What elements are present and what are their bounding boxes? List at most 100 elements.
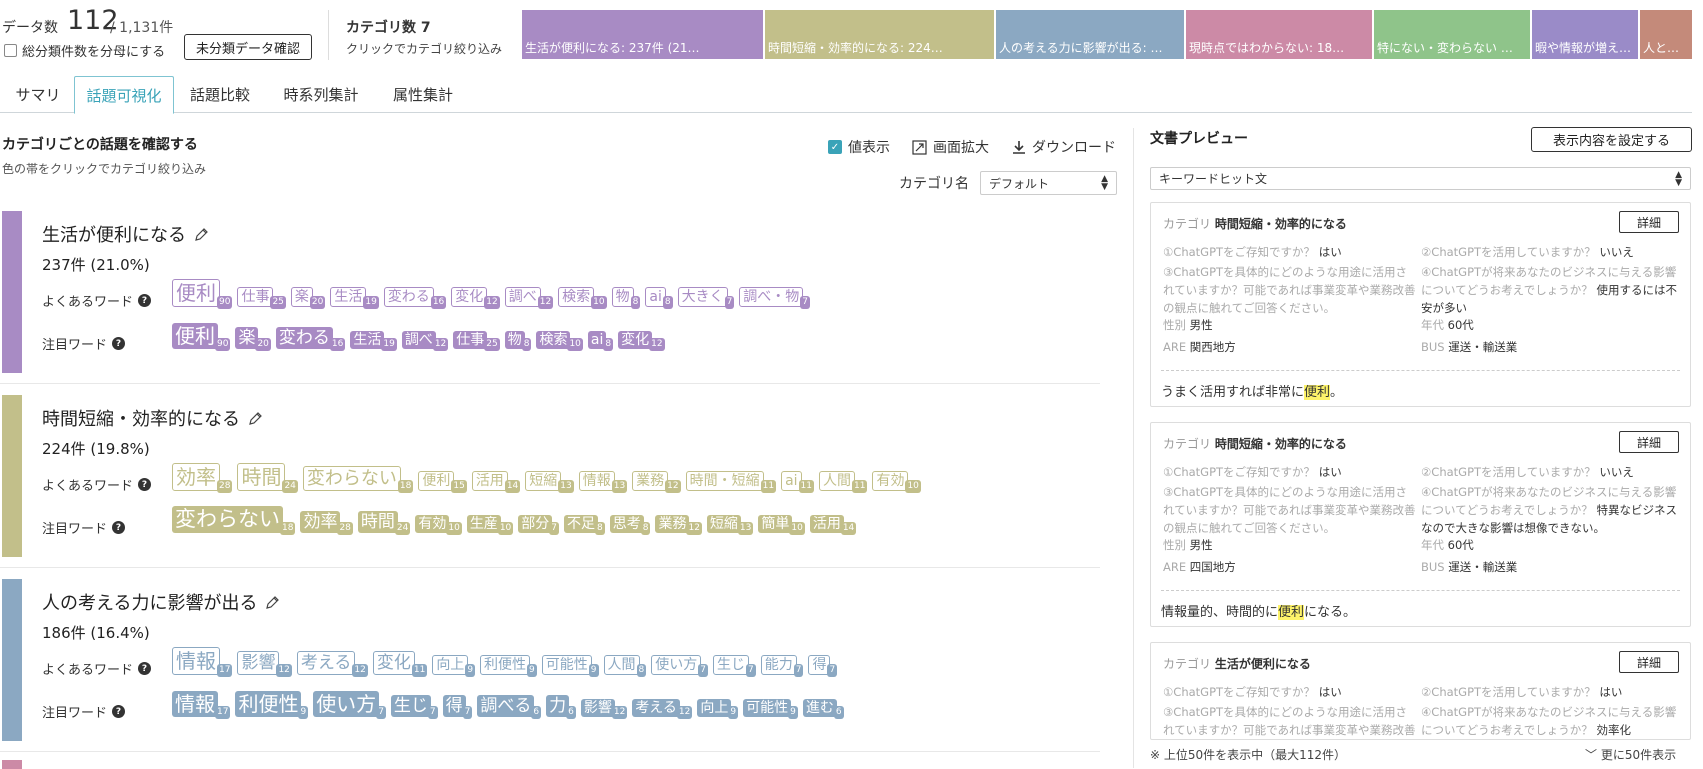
help-icon[interactable]: ? — [138, 478, 152, 491]
help-icon[interactable]: ? — [138, 662, 152, 675]
word-chip[interactable]: 調べ 12 — [504, 286, 555, 309]
tab-summary[interactable]: サマリ — [4, 76, 72, 113]
word-chip[interactable]: 検索 10 — [536, 330, 584, 351]
denominator-checkbox-label[interactable]: 総分類件数を分母にする — [22, 41, 165, 60]
word-chip[interactable]: 短縮 13 — [525, 470, 575, 493]
word-chip[interactable]: 影響 12 — [237, 650, 293, 677]
word-chip[interactable]: 生産 10 — [466, 514, 515, 535]
word-chip[interactable]: 使い方 7 — [651, 654, 710, 677]
tab-attributes[interactable]: 属性集計 — [368, 76, 478, 113]
word-chip[interactable]: 物8 — [611, 286, 643, 309]
word-chip[interactable]: 変化 12 — [618, 330, 666, 351]
word-chip[interactable]: 変化 12 — [451, 286, 501, 309]
word-chip[interactable]: 情報 13 — [578, 470, 629, 493]
word-chip[interactable]: 仕事 25 — [237, 286, 287, 309]
help-icon[interactable]: ? — [138, 294, 152, 307]
treemap-cell[interactable]: 現時点ではわからない: 18… — [1186, 10, 1372, 59]
word-chip[interactable]: 影響 12 — [580, 698, 629, 719]
fullscreen-button[interactable]: 画面拡大 — [912, 137, 989, 157]
word-chip[interactable]: 有効 10 — [872, 470, 922, 493]
pencil-icon[interactable] — [265, 595, 280, 610]
category-band[interactable] — [2, 760, 22, 769]
word-chip[interactable]: 進む 6 — [802, 698, 846, 719]
word-chip[interactable]: 便利 90 — [172, 323, 232, 351]
word-chip[interactable]: 人間 8 — [603, 654, 649, 677]
category-name-select[interactable]: デフォルト ▲ ▼ — [980, 171, 1117, 195]
detail-button[interactable]: 詳細 — [1619, 211, 1679, 233]
word-chip[interactable]: 時間・短縮 11 — [685, 470, 778, 493]
word-chip[interactable]: 変わる 16 — [383, 286, 448, 309]
treemap-cell[interactable]: 生活が便利になる: 237件 (21… — [522, 10, 763, 59]
word-chip[interactable]: 業務 12 — [632, 470, 682, 493]
display-settings-button[interactable]: 表示内容を設定する — [1531, 127, 1692, 152]
unclassified-data-button[interactable]: 未分類データ確認 — [184, 34, 312, 60]
word-chip[interactable]: 調べ 12 — [401, 330, 450, 351]
word-chip[interactable]: ai 11 — [781, 470, 816, 493]
word-chip[interactable]: 活用 14 — [809, 514, 858, 535]
word-chip[interactable]: 情報 17 — [172, 647, 234, 677]
treemap-cell[interactable]: 暇や情報が増え… — [1532, 10, 1638, 59]
word-chip[interactable]: 検索 10 — [558, 286, 608, 309]
help-icon[interactable]: ? — [112, 705, 126, 718]
word-chip[interactable]: 簡単 10 — [758, 514, 806, 535]
word-chip[interactable]: 効率 28 — [300, 510, 354, 535]
word-chip[interactable]: 生じ 7 — [712, 654, 758, 677]
help-icon[interactable]: ? — [112, 337, 126, 350]
word-chip[interactable]: 効率 28 — [172, 463, 234, 493]
word-chip[interactable]: 生じ 7 — [390, 694, 440, 719]
word-chip[interactable]: 活用 14 — [471, 470, 522, 493]
category-band[interactable] — [2, 211, 22, 373]
word-chip[interactable]: 考える 12 — [632, 698, 694, 719]
category-band[interactable] — [2, 579, 22, 741]
preview-mode-select[interactable]: キーワードヒット文 ▲ ▼ — [1150, 167, 1691, 190]
word-chip[interactable]: 変わらない 18 — [302, 465, 415, 493]
word-chip[interactable]: 可能性 9 — [541, 654, 601, 677]
word-chip[interactable]: 可能性 9 — [743, 698, 800, 719]
word-chip[interactable]: 力6 — [546, 694, 578, 719]
tab-time-series[interactable]: 時系列集計 — [266, 76, 376, 113]
word-chip[interactable]: 利便性 9 — [480, 654, 539, 677]
download-button[interactable]: ダウンロード — [1012, 137, 1116, 157]
treemap-cell[interactable]: 人の考える力に影響が出る: … — [996, 10, 1184, 59]
tab-topic-comparison[interactable]: 話題比較 — [180, 76, 260, 113]
word-chip[interactable]: 向上 9 — [697, 698, 740, 719]
help-icon[interactable]: ? — [112, 521, 126, 534]
word-chip[interactable]: 物8 — [504, 330, 534, 351]
treemap-cell[interactable]: 特にない・変わらない … — [1374, 10, 1530, 59]
word-chip[interactable]: 変わる 16 — [275, 326, 347, 351]
word-chip[interactable]: 得7 — [442, 694, 475, 719]
word-chip[interactable]: 調べ・物 7 — [739, 286, 812, 309]
word-chip[interactable]: 仕事 25 — [453, 330, 501, 351]
word-chip[interactable]: 時間 24 — [357, 510, 412, 535]
tab-topic-visualization[interactable]: 話題可視化 — [74, 76, 174, 114]
denominator-checkbox[interactable] — [4, 44, 17, 57]
detail-button[interactable]: 詳細 — [1619, 651, 1679, 673]
show-values-toggle[interactable]: ✓ 値表示 — [828, 137, 890, 157]
pencil-icon[interactable] — [248, 411, 263, 426]
treemap-cell[interactable]: 時間短縮・効率的になる: 224… — [765, 10, 994, 59]
word-chip[interactable]: 楽 20 — [290, 286, 327, 309]
word-chip[interactable]: 考える 12 — [296, 650, 370, 677]
word-chip[interactable]: 人間 11 — [819, 470, 869, 493]
word-chip[interactable]: 生活 19 — [350, 330, 398, 351]
word-chip[interactable]: 便利 90 — [172, 279, 234, 309]
word-chip[interactable]: 楽 20 — [235, 326, 272, 351]
word-chip[interactable]: 思考 8 — [609, 514, 653, 535]
word-chip[interactable]: 情報 17 — [172, 691, 232, 719]
word-chip[interactable]: 有効 10 — [415, 514, 463, 535]
word-chip[interactable]: 調べる 6 — [477, 694, 543, 719]
word-chip[interactable]: 便利 15 — [418, 470, 468, 493]
word-chip[interactable]: ai 8 — [587, 330, 615, 351]
word-chip[interactable]: 生活 19 — [330, 286, 380, 309]
word-chip[interactable]: 使い方 7 — [313, 691, 388, 719]
word-chip[interactable]: 変化 11 — [372, 650, 429, 677]
treemap-cell[interactable]: 人と… — [1640, 10, 1692, 59]
word-chip[interactable]: 業務 12 — [655, 514, 703, 535]
detail-button[interactable]: 詳細 — [1619, 431, 1679, 453]
pencil-icon[interactable] — [194, 227, 209, 242]
word-chip[interactable]: 能力 7 — [760, 654, 806, 677]
word-chip[interactable]: 部分 7 — [518, 514, 561, 535]
word-chip[interactable]: ai 8 — [645, 286, 674, 309]
show-more-button[interactable]: ﹀ 更に50件表示 — [1585, 746, 1676, 763]
word-chip[interactable]: 時間 24 — [237, 463, 299, 493]
